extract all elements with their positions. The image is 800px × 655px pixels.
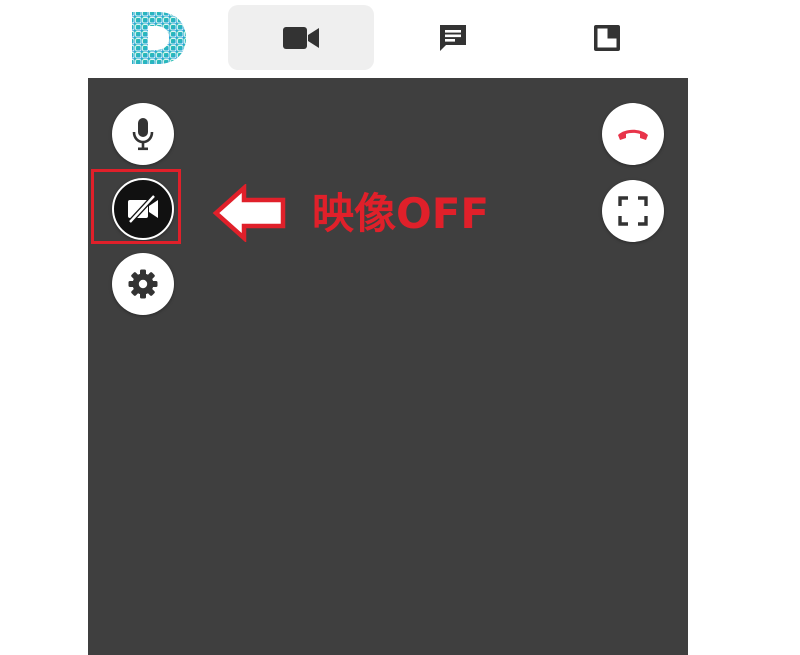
app-logo[interactable] [128,10,188,66]
top-bar [0,0,800,78]
tab-layout[interactable] [534,5,680,70]
layout-panel-icon [594,24,620,51]
settings-button[interactable] [112,253,174,315]
d-logo-icon [132,12,186,64]
video-camera-icon [283,26,319,49]
highlight-box [91,169,181,244]
tab-chat[interactable] [380,5,526,70]
chat-icon [440,24,466,51]
annotation-label: 映像OFF [312,189,490,238]
microphone-icon [132,118,154,151]
fullscreen-button[interactable] [602,180,664,242]
tab-video[interactable] [228,5,374,70]
mic-button[interactable] [112,103,174,165]
fullscreen-icon [618,196,648,226]
hang-up-icon [618,129,648,140]
gear-icon [128,269,158,299]
hang-up-button[interactable] [602,103,664,165]
video-stage[interactable] [88,78,688,655]
left-arrow-icon [212,184,286,242]
